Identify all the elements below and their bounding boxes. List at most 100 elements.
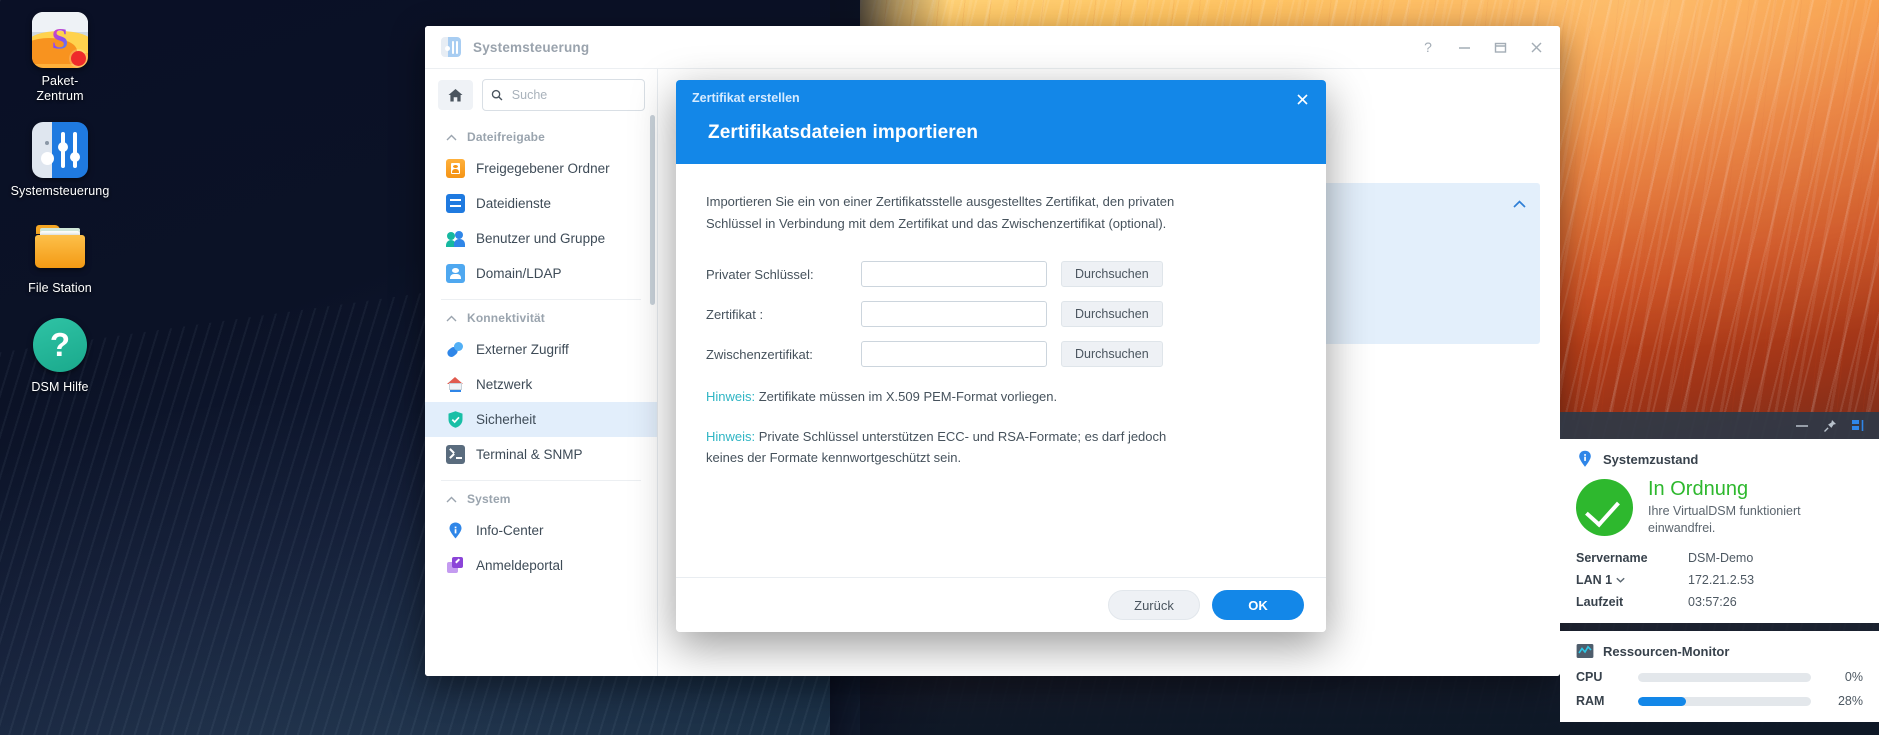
form-row-intermediate-certificate: Zwischenzertifikat: Durchsuchen xyxy=(706,341,1296,367)
resource-row-ram: RAM 28% xyxy=(1576,694,1863,708)
widget-dock-button[interactable] xyxy=(1845,415,1871,437)
resource-monitor-widget: Ressourcen-Monitor CPU 0% RAM 28% xyxy=(1560,631,1879,722)
import-certificate-dialog: Zertifikat erstellen Zertifikatsdateien … xyxy=(676,80,1326,632)
ram-label: RAM xyxy=(1576,694,1605,708)
dialog-footer: Zurück OK xyxy=(676,577,1326,632)
control-panel-app-icon xyxy=(441,37,461,57)
dialog-breadcrumb-title: Zertifikat erstellen xyxy=(692,91,800,105)
widget-panel: Systemzustand In Ordnung Ihre VirtualDSM… xyxy=(1560,412,1879,735)
sidebar-item-label: Anmeldeportal xyxy=(476,558,564,573)
nav-group-label: Dateifreigabe xyxy=(467,130,545,144)
users-group-icon xyxy=(446,229,465,248)
home-icon xyxy=(448,88,463,101)
intermediate-certificate-browse-button[interactable]: Durchsuchen xyxy=(1061,341,1163,367)
desktop-icon-dsm-hilfe[interactable]: ? DSM Hilfe xyxy=(0,318,120,395)
chevron-up-icon xyxy=(446,134,457,140)
file-station-folder-icon xyxy=(32,219,88,275)
certificate-label: Zertifikat : xyxy=(706,306,764,322)
cpu-progress-bar xyxy=(1638,672,1811,682)
window-title: Systemsteuerung xyxy=(473,39,590,55)
desktop-icon-label: File Station xyxy=(28,281,92,295)
certificate-browse-button[interactable]: Durchsuchen xyxy=(1061,301,1163,327)
certificate-input[interactable] xyxy=(861,301,1047,327)
sidebar: Dateifreigabe Freigegebener Ordner xyxy=(425,69,658,676)
sidebar-item-label: Netzwerk xyxy=(476,377,533,392)
sidebar-item-sicherheit[interactable]: Sicherheit xyxy=(425,402,657,437)
close-icon xyxy=(1296,93,1308,105)
desktop-icon-paket-zentrum[interactable]: S Paket- Zentrum xyxy=(0,12,120,104)
back-button[interactable]: Zurück xyxy=(1108,590,1200,620)
widget-pin-button[interactable] xyxy=(1817,415,1843,437)
sidebar-item-terminal-snmp[interactable]: Terminal & SNMP xyxy=(425,437,657,472)
security-shield-icon xyxy=(446,410,465,429)
lan-value: 172.21.2.53 xyxy=(1688,573,1755,587)
nav-group-system[interactable]: System xyxy=(425,481,657,513)
lan-label-text: LAN 1 xyxy=(1576,573,1613,587)
cpu-label: CPU xyxy=(1576,670,1603,684)
file-services-icon xyxy=(446,194,465,213)
search-box[interactable] xyxy=(482,79,645,111)
form-row-private-key: Privater Schlüssel: Durchsuchen xyxy=(706,261,1296,287)
sidebar-item-label: Terminal & SNMP xyxy=(476,447,583,462)
desktop-icon-label: Paket- Zentrum xyxy=(36,74,84,103)
sidebar-item-dateidienste[interactable]: Dateidienste xyxy=(425,186,657,221)
private-key-browse-button[interactable]: Durchsuchen xyxy=(1061,261,1163,287)
sidebar-nav: Dateifreigabe Freigegebener Ordner Datei… xyxy=(425,119,657,676)
lan-label[interactable]: LAN 1 xyxy=(1576,573,1688,587)
dialog-body: Importieren Sie ein von einer Zertifikat… xyxy=(676,164,1326,577)
sidebar-item-label: Sicherheit xyxy=(476,412,537,427)
nav-group-konnektivitaet[interactable]: Konnektivität xyxy=(425,300,657,332)
nav-group-dateifreigabe[interactable]: Dateifreigabe xyxy=(425,119,657,151)
desktop-icon-systemsteuerung[interactable]: Systemsteuerung xyxy=(0,122,120,199)
sidebar-item-freigegebener-ordner[interactable]: Freigegebener Ordner xyxy=(425,151,657,186)
dialog-description: Importieren Sie ein von einer Zertifikat… xyxy=(706,194,1175,231)
sidebar-item-anmeldeportal[interactable]: Anmeldeportal xyxy=(425,548,657,583)
sidebar-scrollbar[interactable] xyxy=(650,115,655,305)
system-health-widget: Systemzustand In Ordnung Ihre VirtualDSM… xyxy=(1560,439,1879,623)
desktop-icon-file-station[interactable]: File Station xyxy=(0,219,120,296)
uptime-value: 03:57:26 xyxy=(1688,595,1737,609)
maximize-button[interactable] xyxy=(1482,32,1518,62)
sidebar-item-benutzer-und-gruppe[interactable]: Benutzer und Gruppe xyxy=(425,221,657,256)
window-titlebar: Systemsteuerung ? xyxy=(425,26,1560,68)
sidebar-item-externer-zugriff[interactable]: Externer Zugriff xyxy=(425,332,657,367)
widget-row-servername: Servername DSM-Demo xyxy=(1576,551,1863,565)
health-description: Ihre VirtualDSM funktioniert einwandfrei… xyxy=(1648,504,1801,535)
sidebar-item-label: Domain/LDAP xyxy=(476,266,562,281)
system-health-status-row: In Ordnung Ihre VirtualDSM funktioniert … xyxy=(1576,477,1863,537)
chevron-up-icon xyxy=(446,496,457,502)
sidebar-item-netzwerk[interactable]: Netzwerk xyxy=(425,367,657,402)
help-button[interactable]: ? xyxy=(1410,32,1446,62)
home-button[interactable] xyxy=(438,80,473,110)
system-health-title: Systemzustand xyxy=(1603,451,1699,467)
ram-value: 28% xyxy=(1837,694,1863,708)
widget-minimize-button[interactable] xyxy=(1789,415,1815,437)
private-key-label: Privater Schlüssel: xyxy=(706,266,814,282)
minimize-button[interactable] xyxy=(1446,32,1482,62)
intermediate-certificate-input[interactable] xyxy=(861,341,1047,367)
hint-pem-format: Hinweis: Zertifikate müssen im X.509 PEM… xyxy=(706,386,1206,407)
system-health-title-row: Systemzustand xyxy=(1576,450,1863,468)
private-key-input[interactable] xyxy=(861,261,1047,287)
widget-panel-header xyxy=(1560,412,1879,439)
sidebar-item-domain-ldap[interactable]: Domain/LDAP xyxy=(425,256,657,291)
sidebar-item-info-center[interactable]: Info-Center xyxy=(425,513,657,548)
sidebar-item-label: Benutzer und Gruppe xyxy=(476,231,606,246)
hint-key-formats: Hinweis: Private Schlüssel unterstützen … xyxy=(706,426,1206,468)
chevron-up-icon xyxy=(1513,200,1526,208)
collapse-banner-button[interactable] xyxy=(1513,193,1526,214)
search-input[interactable] xyxy=(509,87,636,103)
ok-button[interactable]: OK xyxy=(1212,590,1304,620)
sidebar-item-label: Externer Zugriff xyxy=(476,342,569,357)
info-center-icon xyxy=(446,521,465,540)
uptime-label: Laufzeit xyxy=(1576,595,1624,609)
domain-ldap-icon xyxy=(446,264,465,283)
nav-group-label: System xyxy=(467,492,511,506)
resource-monitor-title-row: Ressourcen-Monitor xyxy=(1576,642,1863,660)
dialog-close-button[interactable] xyxy=(1290,88,1314,110)
dsm-help-icon: ? xyxy=(32,318,88,374)
info-icon xyxy=(1576,450,1594,468)
chevron-up-icon xyxy=(446,315,457,321)
close-button[interactable] xyxy=(1518,32,1554,62)
dialog-heading: Zertifikatsdateien importieren xyxy=(708,122,979,143)
